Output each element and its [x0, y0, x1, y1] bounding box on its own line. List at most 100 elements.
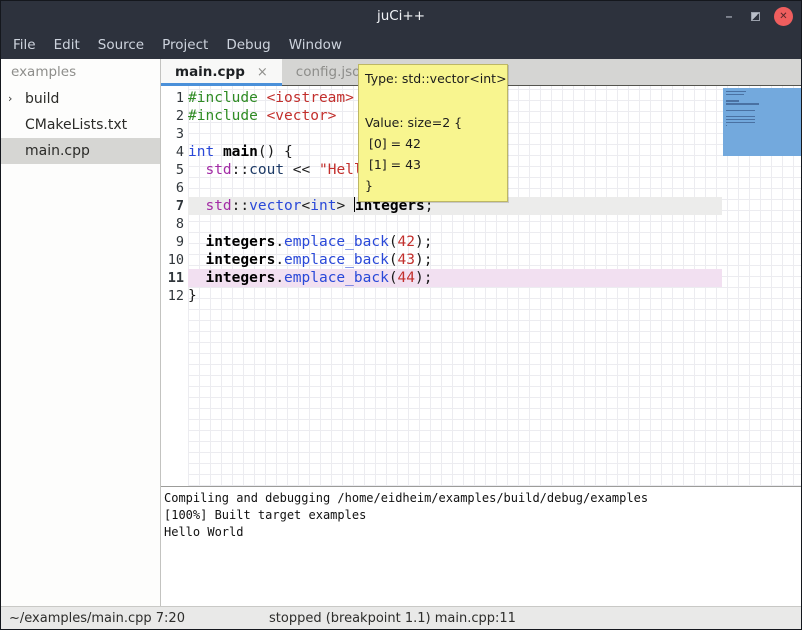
code-token: :: [232, 198, 249, 214]
minimap-code-line [726, 125, 727, 126]
menu-item-project[interactable]: Project [153, 33, 217, 57]
code-line[interactable] [188, 215, 722, 233]
code-token [188, 252, 205, 268]
line-number-gutter: 123456789101112 [161, 89, 188, 305]
output-line: Hello World [164, 524, 801, 541]
code-token: } [188, 288, 197, 304]
minimap-code-line [726, 116, 755, 117]
code-token: #include [188, 90, 258, 106]
sidebar-item-main-cpp[interactable]: main.cpp [1, 138, 160, 164]
minimize-button[interactable]: – [721, 7, 737, 25]
sidebar-header: examples [1, 59, 160, 86]
code-token: ); [415, 252, 432, 268]
sidebar-item-label: main.cpp [25, 143, 90, 159]
menu-item-source[interactable]: Source [89, 33, 153, 57]
code-token: <vector> [267, 108, 337, 124]
line-number: 1 [161, 89, 188, 107]
status-file-position: ~/examples/main.cpp 7:20 [9, 607, 185, 630]
menu-item-debug[interactable]: Debug [217, 33, 279, 57]
code-token: vector [249, 198, 301, 214]
sidebar-item-label: CMakeLists.txt [25, 117, 127, 133]
line-number: 2 [161, 107, 188, 125]
code-token: integers [205, 252, 275, 268]
code-line[interactable]: integers.emplace_back(44); [188, 269, 722, 287]
tab-close-icon[interactable]: × [257, 65, 268, 80]
expander-icon[interactable]: › [8, 86, 12, 112]
tooltip-line: [0] = 42 [365, 133, 501, 154]
code-token [258, 90, 267, 106]
code-token: > [336, 198, 353, 214]
debug-output-panel: Compiling and debugging /home/eidheim/ex… [161, 486, 801, 606]
debug-value-tooltip: Type: std::vector<int>Value: size=2 { [0… [358, 64, 508, 202]
code-token: 42 [398, 234, 415, 250]
code-token: emplace_back [284, 252, 389, 268]
minimap-code-line [726, 100, 739, 101]
output-line: Compiling and debugging /home/eidheim/ex… [164, 490, 801, 507]
code-token: 44 [398, 270, 415, 286]
restore-button[interactable] [751, 12, 760, 21]
code-token: integers [205, 234, 275, 250]
menu-item-edit[interactable]: Edit [45, 33, 89, 57]
code-token [258, 108, 267, 124]
code-token [188, 270, 205, 286]
code-token [188, 234, 205, 250]
sidebar-item-build[interactable]: › build [1, 86, 160, 112]
code-token [188, 162, 205, 178]
code-line[interactable]: integers.emplace_back(43); [188, 251, 722, 269]
code-token: < [302, 198, 311, 214]
code-token [214, 144, 223, 160]
sidebar-item-cmakelists-txt[interactable]: CMakeLists.txt [1, 112, 160, 138]
code-token: ( [389, 252, 398, 268]
minimap[interactable] [722, 86, 801, 486]
line-number: 6 [161, 179, 188, 197]
line-number: 4 [161, 143, 188, 161]
minimap-code-line [726, 119, 755, 120]
minimap-code-line [726, 110, 755, 111]
code-token: std [205, 198, 231, 214]
code-token: ); [415, 234, 432, 250]
output-line: [100%] Built target examples [164, 507, 801, 524]
code-token: ( [389, 234, 398, 250]
file-tree: › build CMakeLists.txt main.cpp [1, 86, 160, 164]
code-line[interactable]: integers.emplace_back(42); [188, 233, 722, 251]
code-token [188, 198, 205, 214]
code-token: ( [389, 270, 398, 286]
minimap-code-line [726, 103, 759, 104]
menu-item-file[interactable]: File [4, 33, 45, 57]
tab-label: main.cpp [175, 64, 245, 80]
code-token: . [275, 252, 284, 268]
line-number: 10 [161, 251, 188, 269]
tab-main-cpp[interactable]: main.cpp × [161, 59, 282, 85]
line-number: 9 [161, 233, 188, 251]
menu-bar: FileEditSourceProjectDebugWindow [1, 31, 801, 59]
code-token: :: [232, 162, 249, 178]
code-token: . [275, 270, 284, 286]
code-token: ); [415, 270, 432, 286]
code-token: emplace_back [284, 270, 389, 286]
tooltip-line: [1] = 43 [365, 154, 501, 175]
line-number: 8 [161, 215, 188, 233]
sidebar-item-label: build [25, 91, 59, 107]
juci-window: juCi++ – ✕ FileEditSourceProjectDebugWin… [0, 0, 802, 630]
code-token: . [275, 234, 284, 250]
code-token: << [284, 162, 319, 178]
status-bar: ~/examples/main.cpp 7:20 stopped (breakp… [1, 606, 801, 630]
tooltip-line: Value: size=2 { [365, 112, 501, 133]
code-token: emplace_back [284, 234, 389, 250]
window-controls: – ✕ [721, 1, 793, 31]
title-bar[interactable]: juCi++ – ✕ [1, 1, 801, 31]
code-token: int [188, 144, 214, 160]
line-number: 7 [161, 197, 188, 215]
tooltip-line: Type: std::vector<int> [365, 68, 501, 89]
code-token: () { [258, 144, 293, 160]
minimap-viewport-overlay[interactable] [723, 88, 801, 156]
tooltip-line: } [365, 175, 501, 196]
close-button[interactable]: ✕ [774, 7, 793, 26]
minimap-code-line [726, 94, 744, 95]
minimap-code-line [726, 91, 746, 92]
code-token: std [205, 162, 231, 178]
menu-item-window[interactable]: Window [280, 33, 351, 57]
line-number: 5 [161, 161, 188, 179]
code-token: cout [249, 162, 284, 178]
code-line[interactable]: } [188, 287, 722, 305]
